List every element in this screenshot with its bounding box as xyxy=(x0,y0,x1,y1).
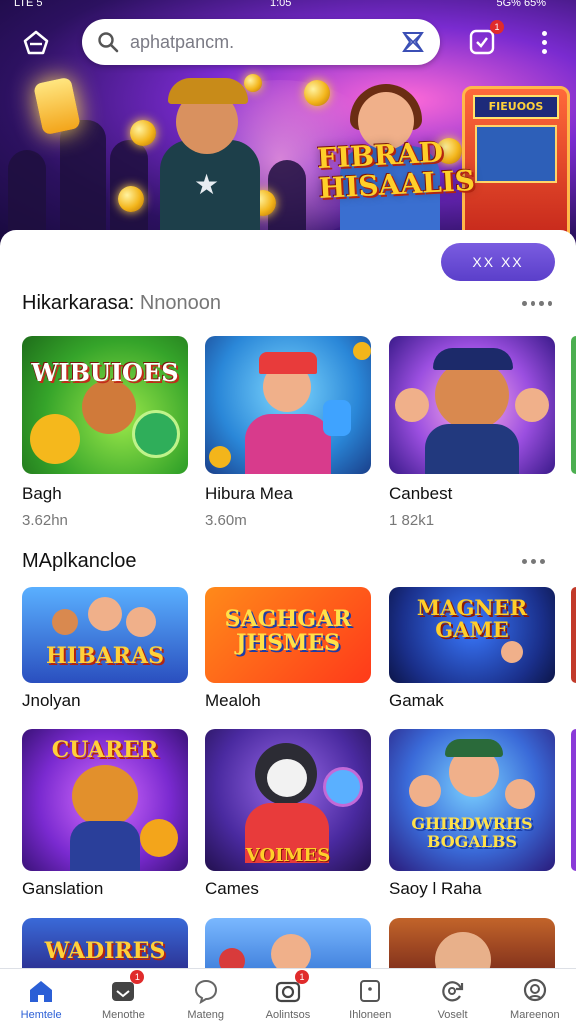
game-thumbnail: WADIRES xyxy=(22,918,188,970)
bookmark-icon[interactable] xyxy=(400,29,426,55)
more-menu-button[interactable] xyxy=(530,26,558,58)
game-thumbnail: SAGHGAR JHSMES xyxy=(205,587,371,683)
game-card[interactable]: HIBARAS Jnolyan xyxy=(22,587,188,717)
star-icon: ★ xyxy=(194,168,220,201)
square-icon xyxy=(360,980,381,1002)
filter-button[interactable]: XX XX xyxy=(441,243,555,281)
game-thumbnail xyxy=(389,336,555,474)
game-name: Canbest xyxy=(389,484,453,503)
game-name: Mealoh xyxy=(205,691,261,710)
notifications-button[interactable]: 1 xyxy=(466,20,504,58)
section-title: MAplkancloe xyxy=(22,550,137,572)
home-icon xyxy=(30,981,53,1002)
game-thumbnail: MAGNER GAME xyxy=(389,587,555,683)
game-name: Cames xyxy=(205,879,259,898)
section-more-button[interactable] xyxy=(522,298,552,308)
arcade-marquee: FIEUOOS xyxy=(473,95,559,119)
game-card[interactable]: WADIRES xyxy=(22,918,188,970)
game-card[interactable]: WIBUIOES Bagh 3.62hn xyxy=(22,336,188,532)
game-card[interactable] xyxy=(389,918,555,970)
game-card[interactable]: Hibura Mea 3.60m xyxy=(205,336,371,532)
refresh-icon xyxy=(441,981,463,1002)
game-card[interactable]: GHIRDWRHS BOGALBS Saoy l Raha xyxy=(389,729,555,901)
game-card[interactable]: MAGNER GAME Gamak xyxy=(389,587,555,717)
game-card[interactable]: Canbest 1 82k1 xyxy=(389,336,555,532)
nav-badge: 1 xyxy=(294,970,309,984)
nav-item-refresh[interactable]: Voselt xyxy=(411,969,493,1024)
profile-icon xyxy=(523,978,546,1002)
game-meta: 1 82k1 xyxy=(389,512,435,529)
chat-icon xyxy=(194,979,217,1005)
nav-item-chat[interactable]: Mateng xyxy=(165,969,247,1024)
game-card[interactable]: SAGHGAR JHSMES Mealoh xyxy=(205,587,371,717)
nav-item-profile[interactable]: Mareenon xyxy=(494,969,576,1024)
game-thumbnail: HIBARAS xyxy=(22,587,188,683)
nav-item-inbox[interactable]: 1 Menothe xyxy=(82,969,164,1024)
game-name: Saoy l Raha xyxy=(389,879,482,898)
game-thumbnail: VOIMES xyxy=(205,729,371,871)
content-panel: XX XX Hikarkarasa: Nnonoon WIBUIOES Bagh… xyxy=(0,230,576,970)
status-bar: LTE 5 1:05 5G% 65% xyxy=(14,0,546,9)
game-thumbnail xyxy=(389,918,555,970)
game-thumbnail xyxy=(205,918,371,970)
game-card[interactable]: CUARER Ganslation xyxy=(22,729,188,901)
home-outline-icon xyxy=(23,30,49,55)
bottom-navigation: Hemtele 1 Menothe Mateng 1 Aolintsos Ihl… xyxy=(0,968,576,1024)
nav-item-camera[interactable]: 1 Aolintsos xyxy=(247,969,329,1024)
game-name: Ganslation xyxy=(22,879,104,898)
game-name: Gamak xyxy=(389,691,444,710)
arcade-machine: FIEUOOS xyxy=(462,86,570,246)
section-title: Hikarkarasa: Nnonoon xyxy=(22,292,222,314)
game-card-peek xyxy=(571,729,576,871)
game-name: Bagh xyxy=(22,484,62,503)
gold-bar-icon xyxy=(33,76,81,136)
game-card[interactable] xyxy=(205,918,371,970)
nav-item-home[interactable]: Hemtele xyxy=(0,969,82,1024)
game-meta: 3.62hn xyxy=(22,512,68,529)
game-name: Jnolyan xyxy=(22,691,81,710)
game-thumbnail: CUARER xyxy=(22,729,188,871)
game-card[interactable]: VOIMES Cames xyxy=(205,729,371,901)
game-meta: 3.60m xyxy=(205,512,247,529)
search-input[interactable]: aphatpancm. xyxy=(130,32,400,53)
game-name: Hibura Mea xyxy=(205,484,293,503)
notification-badge: 1 xyxy=(490,20,504,34)
nav-badge: 1 xyxy=(130,970,145,984)
nav-item-square[interactable]: Ihloneen xyxy=(329,969,411,1024)
game-thumbnail: WIBUIOES xyxy=(22,336,188,474)
game-thumbnail: GHIRDWRHS BOGALBS xyxy=(389,729,555,871)
search-icon xyxy=(98,32,119,53)
home-button[interactable] xyxy=(18,24,54,60)
game-card-peek xyxy=(571,587,576,683)
game-thumbnail xyxy=(205,336,371,474)
section-more-button[interactable] xyxy=(522,556,552,566)
hero-title: FIBRAD HISAALIS xyxy=(316,135,476,206)
search-bar[interactable]: aphatpancm. xyxy=(82,19,440,65)
game-card-peek xyxy=(571,336,576,474)
